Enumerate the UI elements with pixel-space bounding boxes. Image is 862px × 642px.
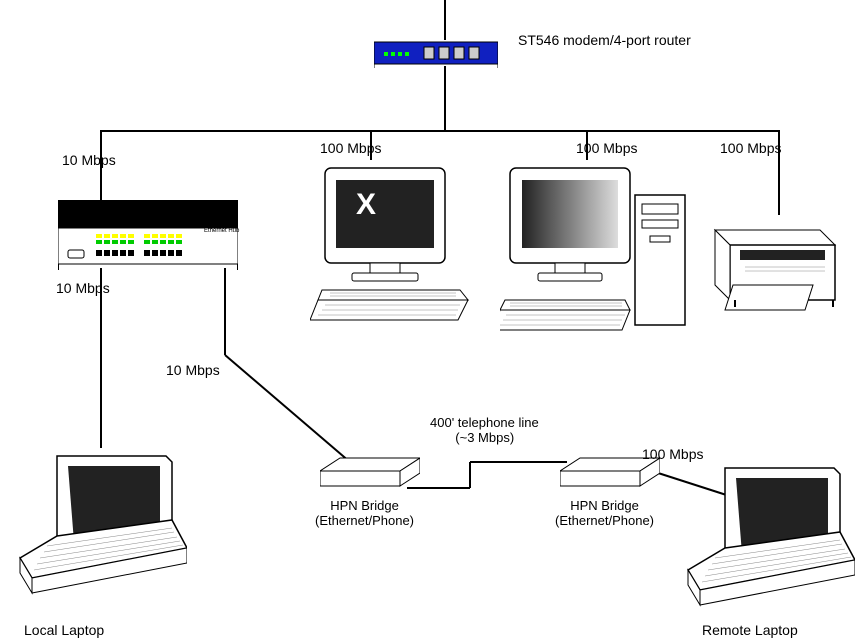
remote-laptop-icon (680, 460, 855, 620)
hpn-bridge-1-icon (320, 456, 420, 490)
speed-hub-bridge: 10 Mbps (166, 362, 220, 378)
bridge-2-label: HPN Bridge (Ethernet/Phone) (555, 498, 654, 528)
remote-laptop-label: Remote Laptop (702, 622, 798, 638)
bridge-1-label: HPN Bridge (Ethernet/Phone) (315, 498, 414, 528)
telephone-line-label: 400' telephone line (~3 Mbps) (430, 415, 539, 445)
local-laptop-label: Local Laptop (24, 622, 104, 638)
network-diagram: ST546 modem/4-port router 10 Mbps 100 Mb… (0, 0, 862, 642)
local-laptop-icon (12, 448, 187, 608)
